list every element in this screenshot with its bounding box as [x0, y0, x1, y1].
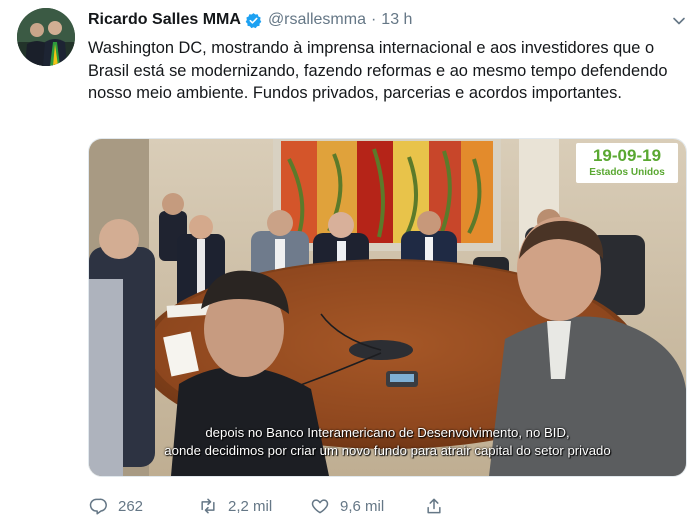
heart-icon — [310, 496, 330, 516]
retweet-button[interactable]: 2,2 mil — [198, 496, 310, 516]
retweet-icon — [198, 496, 218, 516]
date-badge-date: 19-09-19 — [592, 146, 662, 165]
video-subtitle-line-1: depois no Banco Interamericano de Desenv… — [205, 425, 570, 440]
video-subtitle-line-2: aonde decidimos por criar um novo fundo … — [164, 443, 611, 458]
tweet-timestamp[interactable]: 13 h — [381, 11, 412, 29]
chevron-down-icon[interactable] — [672, 14, 686, 28]
retweet-count: 2,2 mil — [228, 497, 273, 515]
reply-button[interactable]: 262 — [88, 496, 198, 516]
author-name[interactable]: Ricardo Salles MMA — [88, 11, 241, 29]
date-badge-location: Estados Unidos — [589, 167, 665, 178]
author-handle[interactable]: @rsallesmma — [268, 11, 366, 29]
tweet-text: Washington DC, mostrando à imprensa inte… — [88, 39, 668, 102]
like-button[interactable]: 9,6 mil — [310, 496, 424, 516]
share-button[interactable] — [424, 496, 444, 516]
date-badge: 19-09-19 Estados Unidos — [576, 143, 678, 183]
reply-count: 262 — [118, 497, 144, 515]
tweet-actions: 262 2,2 mil 9,6 mil — [88, 494, 444, 518]
tweet-header: Ricardo Salles MMA @rsallesmma · 13 h — [88, 9, 412, 31]
share-icon — [424, 496, 444, 516]
avatar[interactable] — [17, 8, 75, 66]
like-count: 9,6 mil — [340, 497, 385, 515]
tweet: Ricardo Salles MMA @rsallesmma · 13 h Wa… — [0, 0, 700, 527]
verified-badge-icon — [245, 12, 262, 29]
separator-dot: · — [370, 11, 377, 28]
tweet-video[interactable]: 19-09-19 Estados Unidos depois no Banco … — [88, 138, 687, 477]
reply-icon — [88, 496, 108, 516]
